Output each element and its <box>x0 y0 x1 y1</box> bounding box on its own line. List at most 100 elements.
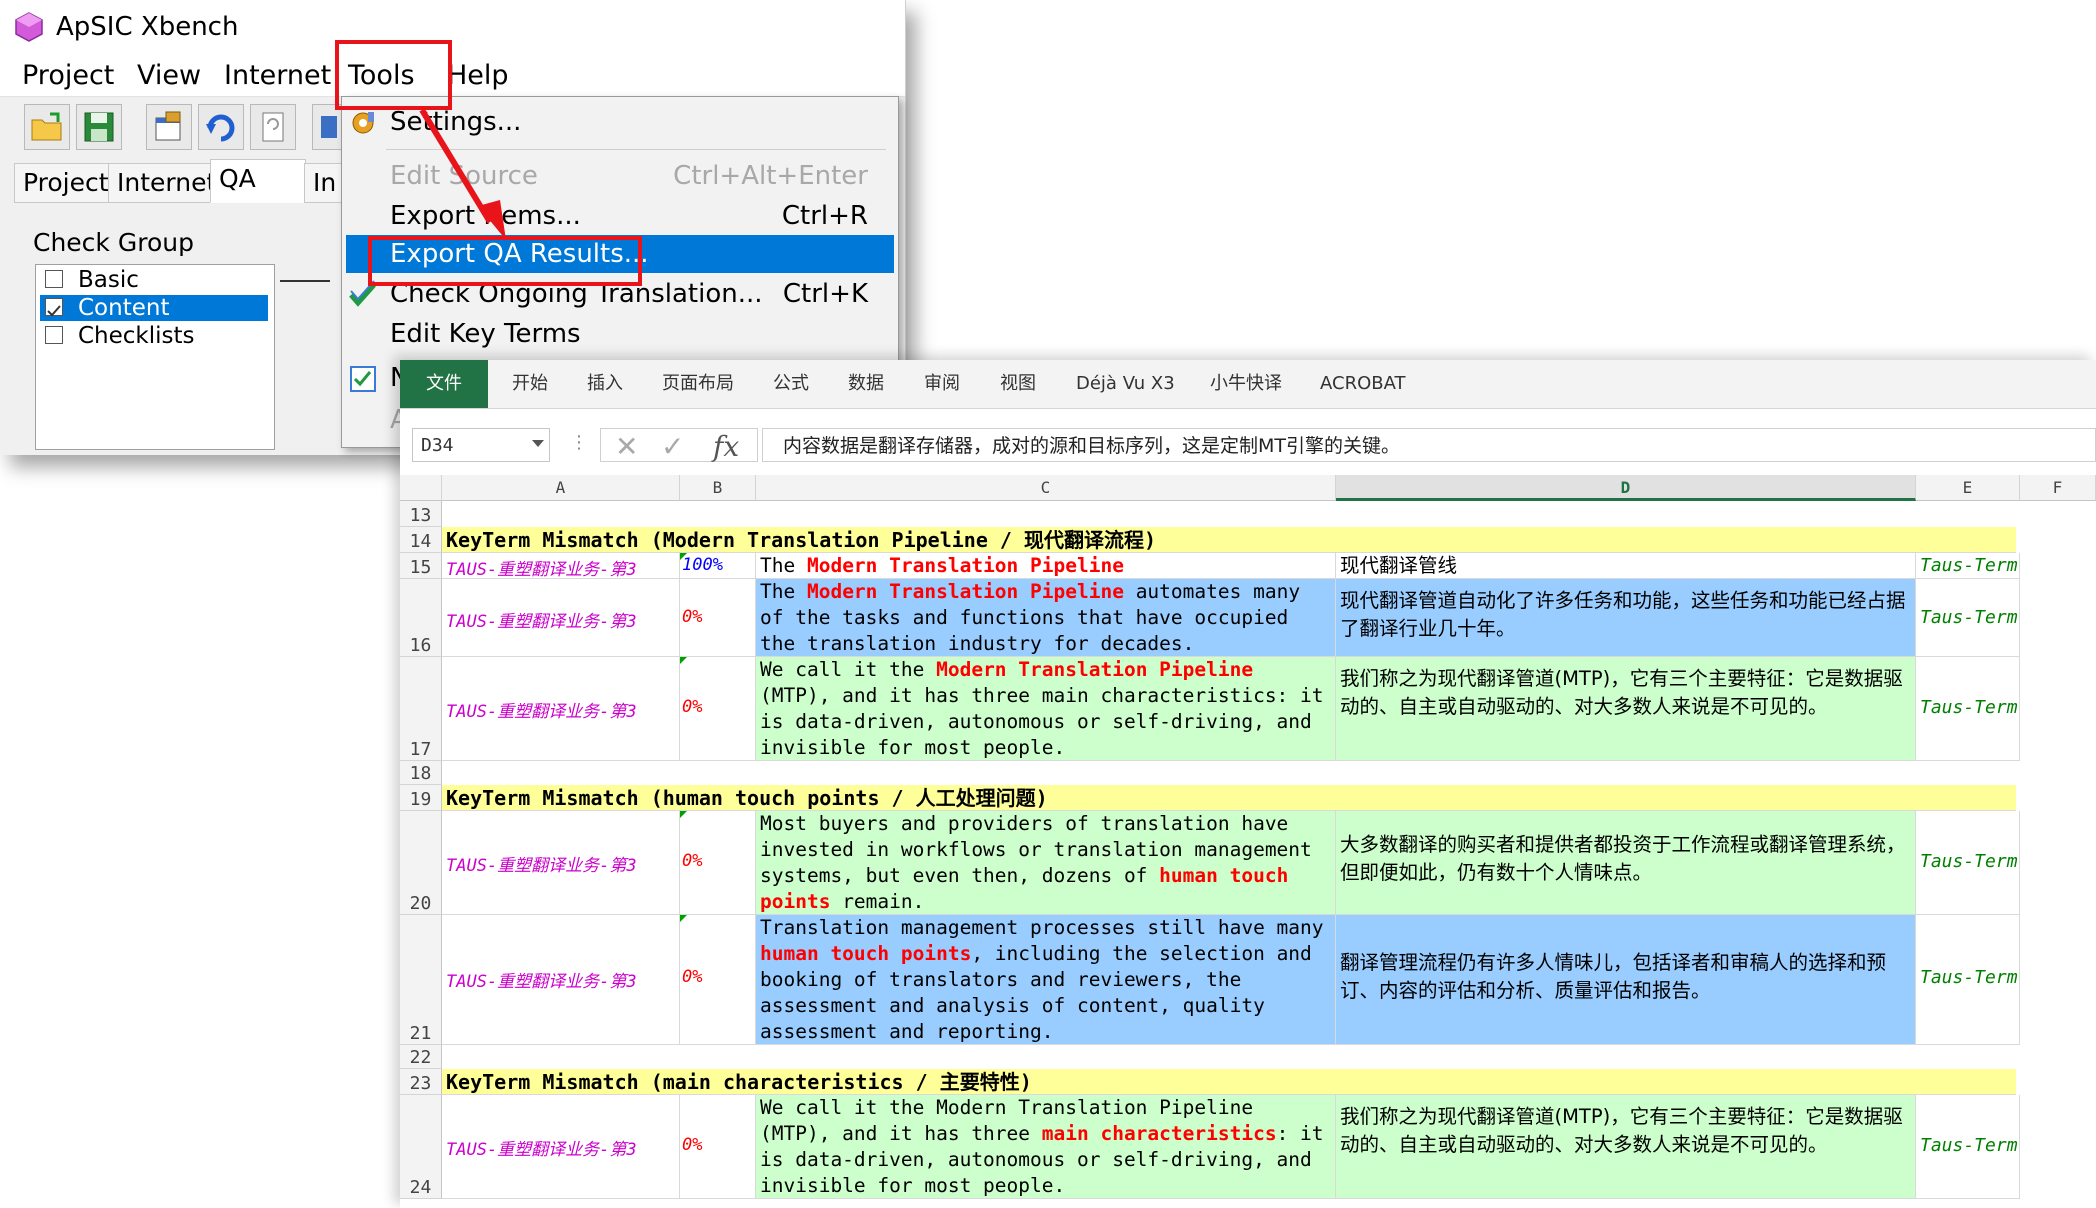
row-header[interactable]: 23 <box>400 1069 442 1095</box>
project-properties-button[interactable] <box>146 104 192 150</box>
check-item-label: Checklists <box>78 323 195 349</box>
row-header[interactable]: 14 <box>400 527 442 553</box>
source-text: We call it the <box>760 658 937 681</box>
document-icon <box>262 112 284 142</box>
match-percent-cell[interactable]: 0% <box>680 915 756 1045</box>
checklist-icon <box>350 366 376 392</box>
source-cell[interactable]: We call it the Modern Translation Pipeli… <box>756 1095 1336 1199</box>
row-header[interactable]: 21 <box>400 915 442 1045</box>
file-name-cell[interactable]: TAUS-重塑翻译业务-第3 <box>442 553 680 579</box>
ribbon-tab-data[interactable]: 数据 <box>848 360 884 408</box>
term-file-cell[interactable]: Taus-Term.txt <box>1916 915 2020 1045</box>
open-project-button[interactable] <box>24 104 70 150</box>
tab-qa[interactable]: QA <box>210 159 306 203</box>
tab-internet[interactable]: Internet <box>108 163 226 203</box>
source-cell[interactable]: Most buyers and providers of translation… <box>756 811 1336 915</box>
match-percent-cell[interactable]: 0% <box>680 657 756 761</box>
target-cell[interactable]: 我们称之为现代翻译管道(MTP)，它有三个主要特征：它是数据驱动的、自主或自动驱… <box>1336 1095 1916 1199</box>
ribbon-tab-file[interactable]: 文件 <box>400 360 488 408</box>
keyterm-group-header[interactable]: KeyTerm Mismatch (main characteristics /… <box>442 1069 2016 1095</box>
column-header-a[interactable]: A <box>442 475 680 501</box>
check-item-content[interactable]: Content <box>40 295 268 321</box>
target-cell[interactable]: 大多数翻译的购买者和提供者都投资于工作流程或翻译管理系统，但即便如此，仍有数十个… <box>1336 811 1916 915</box>
document-button[interactable] <box>250 104 296 150</box>
row-header[interactable]: 13 <box>400 501 442 527</box>
term-file-cell[interactable]: Taus-Term.txt <box>1916 553 2020 579</box>
match-percent-cell[interactable]: 0% <box>680 579 756 657</box>
ribbon-tab-home[interactable]: 开始 <box>512 360 548 408</box>
column-header-c[interactable]: C <box>756 475 1336 501</box>
row-header[interactable]: 22 <box>400 1045 442 1069</box>
select-all-corner[interactable] <box>400 475 442 501</box>
menu-internet[interactable]: Internet <box>224 58 331 94</box>
row-header[interactable]: 17 <box>400 657 442 761</box>
enter-check-icon[interactable]: ✓ <box>661 430 684 463</box>
column-header-d[interactable]: D <box>1336 475 1916 501</box>
target-cell[interactable]: 现代翻译管道自动化了许多任务和功能，这些任务和功能已经占据了翻译行业几十年。 <box>1336 579 1916 657</box>
check-item-basic[interactable]: Basic <box>40 267 268 293</box>
ribbon-tab-dejavu[interactable]: Déjà Vu X3 <box>1076 360 1175 408</box>
save-button[interactable] <box>76 104 122 150</box>
menu-item-edit-source[interactable]: Edit Source Ctrl+Alt+Enter <box>342 157 898 195</box>
ribbon-tab-formulas[interactable]: 公式 <box>773 360 809 408</box>
cancel-icon[interactable]: ✕ <box>615 430 638 463</box>
ribbon-tab-view[interactable]: 视图 <box>1000 360 1036 408</box>
column-header-e[interactable]: E <box>1916 475 2020 501</box>
file-name-cell[interactable]: TAUS-重塑翻译业务-第3 <box>442 915 680 1045</box>
ribbon-tab-page-layout[interactable]: 页面布局 <box>662 360 734 408</box>
target-cell[interactable]: 翻译管理流程仍有许多人情味儿，包括译者和审稿人的选择和预订、内容的评估和分析、质… <box>1336 915 1916 1045</box>
menu-item-export-items[interactable]: Export Items... Ctrl+R <box>342 197 898 235</box>
source-cell[interactable]: The Modern Translation Pipeline <box>756 553 1336 579</box>
term-file-cell[interactable]: Taus-Term.txt <box>1916 1095 2020 1199</box>
menu-view[interactable]: View <box>137 58 201 94</box>
row-header[interactable]: 16 <box>400 579 442 657</box>
source-text: (MTP), and it has three main characteris… <box>760 684 1324 759</box>
file-name-cell[interactable]: TAUS-重塑翻译业务-第3 <box>442 579 680 657</box>
ribbon-tab-review[interactable]: 审阅 <box>924 360 960 408</box>
ribbon-tab-niutrans[interactable]: 小牛快译 <box>1210 360 1282 408</box>
keyterm-group-header[interactable]: KeyTerm Mismatch (human touch points / 人… <box>442 785 2016 811</box>
insert-function-icon[interactable]: fx <box>713 430 739 463</box>
term-file-cell[interactable]: Taus-Term.txt <box>1916 657 2020 761</box>
menu-help[interactable]: Help <box>447 58 509 94</box>
row-header[interactable]: 20 <box>400 811 442 915</box>
refresh-icon <box>206 114 235 142</box>
source-cell[interactable]: We call it the Modern Translation Pipeli… <box>756 657 1336 761</box>
toolbar-partial-button[interactable] <box>312 104 342 150</box>
file-name-cell[interactable]: TAUS-重塑翻译业务-第3 <box>442 811 680 915</box>
source-cell[interactable]: Translation management processes still h… <box>756 915 1336 1045</box>
target-cell[interactable]: 现代翻译管线 <box>1336 553 1916 579</box>
target-cell[interactable]: 我们称之为现代翻译管道(MTP)，它有三个主要特征：它是数据驱动的、自主或自动驱… <box>1336 657 1916 761</box>
column-header-b[interactable]: B <box>680 475 756 501</box>
name-box[interactable]: D34 <box>412 428 550 462</box>
column-header-f[interactable]: F <box>2020 475 2096 501</box>
header-suffix: / 人工处理问题) <box>879 786 1048 810</box>
dropdown-arrow-icon[interactable] <box>532 440 544 447</box>
match-percent-cell[interactable]: 100% <box>680 553 756 579</box>
checkbox-checked[interactable] <box>45 298 63 317</box>
row-header[interactable]: 24 <box>400 1095 442 1199</box>
file-name-cell[interactable]: TAUS-重塑翻译业务-第3 <box>442 1095 680 1199</box>
file-name-cell[interactable]: TAUS-重塑翻译业务-第3 <box>442 657 680 761</box>
formula-input[interactable]: 内容数据是翻译存储器，成对的源和目标序列，这是定制MT引擎的关键。 <box>762 428 2096 462</box>
match-percent-cell[interactable]: 0% <box>680 811 756 915</box>
tab-project[interactable]: Project <box>14 163 118 203</box>
keyterm-group-header[interactable]: KeyTerm Mismatch (Modern Translation Pip… <box>442 527 2016 553</box>
menu-item-edit-key-terms[interactable]: Edit Key Terms <box>342 315 898 353</box>
checkbox[interactable] <box>45 270 63 288</box>
row-header[interactable]: 18 <box>400 761 442 785</box>
row-header[interactable]: 19 <box>400 785 442 811</box>
checkmark-icon <box>47 305 61 317</box>
checkbox[interactable] <box>45 326 63 344</box>
ribbon-tab-insert[interactable]: 插入 <box>587 360 623 408</box>
row-header[interactable]: 15 <box>400 553 442 579</box>
source-cell[interactable]: The Modern Translation Pipeline automate… <box>756 579 1336 657</box>
menu-project[interactable]: Project <box>22 58 114 94</box>
check-item-checklists[interactable]: Checklists <box>40 323 268 349</box>
term-file-cell[interactable]: Taus-Term.txt <box>1916 579 2020 657</box>
refresh-button[interactable] <box>198 104 244 150</box>
more-options-icon[interactable]: ⋮ <box>570 432 588 453</box>
match-percent-cell[interactable]: 0% <box>680 1095 756 1199</box>
ribbon-tab-acrobat[interactable]: ACROBAT <box>1320 360 1406 408</box>
term-file-cell[interactable]: Taus-Term.txt <box>1916 811 2020 915</box>
